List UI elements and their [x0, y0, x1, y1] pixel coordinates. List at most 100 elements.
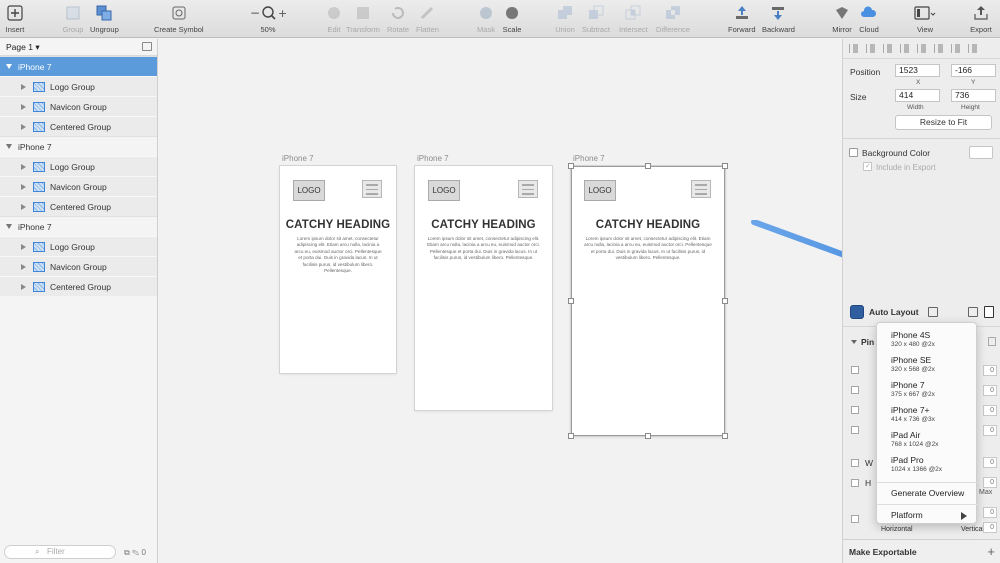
cloud-button[interactable]: Cloud: [858, 2, 880, 34]
pin-value-field[interactable]: 0: [983, 405, 997, 416]
layer-artboard[interactable]: iPhone 7: [0, 56, 157, 76]
align-top-icon[interactable]: [917, 44, 928, 53]
width-fix-checkbox[interactable]: [851, 459, 859, 467]
filter-input[interactable]: ⌕ Filter: [4, 545, 116, 559]
resize-handle[interactable]: [722, 163, 728, 169]
disclosure-triangle-icon[interactable]: [21, 183, 26, 190]
layer-group[interactable]: Navicon Group: [0, 96, 157, 116]
horizontal-checkbox[interactable]: [851, 515, 859, 523]
scale-button[interactable]: Scale: [501, 2, 523, 34]
resize-handle[interactable]: [645, 163, 651, 169]
artboard[interactable]: LOGO CATCHY HEADING Lorem ipsum dolor sit …: [415, 166, 552, 410]
distribute-horizontal-icon[interactable]: [900, 44, 911, 53]
include-in-export-checkbox[interactable]: ✓: [863, 162, 872, 171]
resize-handle[interactable]: [568, 433, 574, 439]
logo-placeholder[interactable]: LOGO: [428, 180, 460, 201]
align-bottom-icon[interactable]: [951, 44, 962, 53]
disclosure-triangle-icon[interactable]: [21, 243, 26, 250]
create-symbol-button[interactable]: Create Symbol: [154, 2, 204, 34]
pin-value-field[interactable]: 0: [983, 365, 997, 376]
align-middle-icon[interactable]: [934, 44, 945, 53]
mirror-button[interactable]: Mirror: [831, 2, 853, 34]
resize-handle[interactable]: [722, 433, 728, 439]
artboard-title[interactable]: iPhone 7: [417, 154, 449, 163]
export-button[interactable]: Export: [970, 2, 992, 34]
forward-button[interactable]: Forward: [728, 2, 756, 34]
pin-checkbox[interactable]: [851, 366, 859, 374]
layer-group[interactable]: Navicon Group: [0, 256, 157, 276]
pin-value-field[interactable]: 0: [983, 385, 997, 396]
disclosure-triangle-icon[interactable]: [6, 224, 12, 229]
disclosure-triangle-icon[interactable]: [21, 263, 26, 270]
edit-button[interactable]: Edit: [323, 2, 345, 34]
height-field[interactable]: 736: [951, 89, 996, 102]
device-preset-item[interactable]: iPhone SE 320 x 568 @2x: [891, 355, 935, 373]
device-preset-item[interactable]: iPhone 7+ 414 x 736 @3x: [891, 405, 935, 423]
layer-group[interactable]: Centered Group: [0, 276, 157, 296]
device-preset-item[interactable]: iPad Pro 1024 x 1366 @2x: [891, 455, 942, 473]
x-field[interactable]: 1523: [895, 64, 940, 77]
trash-icon[interactable]: [988, 337, 996, 346]
filter-options[interactable]: ⧉ ✎ 0: [124, 548, 146, 558]
auto-layout-icon[interactable]: [850, 305, 864, 319]
menu-icon[interactable]: [518, 180, 538, 198]
flatten-button[interactable]: Flatten: [416, 2, 439, 34]
disclosure-triangle-icon[interactable]: [21, 123, 26, 130]
artboard-title[interactable]: iPhone 7: [573, 154, 605, 163]
artboard-title[interactable]: iPhone 7: [282, 154, 314, 163]
intersect-button[interactable]: Intersect: [619, 2, 648, 34]
plus-icon[interactable]: +: [987, 544, 995, 559]
body-text[interactable]: Lorem ipsum dolor sit amet, consectetur …: [427, 236, 540, 262]
pin-value-field[interactable]: 0: [983, 477, 997, 488]
ungroup-button[interactable]: Ungroup: [90, 2, 119, 34]
resize-icon[interactable]: [968, 307, 978, 317]
height-fix-checkbox[interactable]: [851, 479, 859, 487]
union-button[interactable]: Union: [554, 2, 576, 34]
pin-checkbox[interactable]: [851, 406, 859, 414]
disclosure-triangle-icon[interactable]: [6, 144, 12, 149]
resize-to-fit-button[interactable]: Resize to Fit: [895, 115, 992, 130]
make-exportable-section[interactable]: Make Exportable +: [843, 539, 1000, 563]
group-button[interactable]: Group: [62, 2, 84, 34]
resize-handle[interactable]: [645, 433, 651, 439]
catchy-heading[interactable]: CATCHY HEADING: [280, 219, 396, 231]
align-right-icon[interactable]: [883, 44, 894, 53]
pin-checkbox[interactable]: [851, 426, 859, 434]
pin-value-field[interactable]: 0: [983, 522, 997, 533]
folder-icon[interactable]: [928, 307, 938, 317]
background-color-checkbox[interactable]: [849, 148, 858, 157]
disclosure-triangle-icon[interactable]: [21, 103, 26, 110]
platform-item[interactable]: Platform: [891, 510, 923, 520]
subtract-button[interactable]: Subtract: [582, 2, 610, 34]
layer-group[interactable]: Centered Group: [0, 116, 157, 136]
layer-group[interactable]: Logo Group: [0, 76, 157, 96]
pin-value-field[interactable]: 0: [983, 425, 997, 436]
add-page-icon[interactable]: [142, 42, 152, 51]
insert-button[interactable]: Insert: [4, 2, 26, 34]
disclosure-triangle-icon[interactable]: [21, 83, 26, 90]
artboard[interactable]: LOGO CATCHY HEADING Lorem ipsum dolor sit …: [280, 166, 396, 373]
disclosure-triangle-icon[interactable]: [21, 283, 26, 290]
background-color-swatch[interactable]: [969, 146, 993, 159]
backward-button[interactable]: Backward: [762, 2, 795, 34]
zoom-control[interactable]: − + 50%: [249, 2, 287, 34]
resize-handle[interactable]: [568, 298, 574, 304]
pin-value-field[interactable]: 0: [983, 507, 997, 518]
body-text[interactable]: Lorem ipsum dolor sit amet, consectetur …: [292, 236, 384, 274]
view-button[interactable]: View: [914, 2, 936, 34]
rotate-button[interactable]: Rotate: [387, 2, 409, 34]
page-selector[interactable]: Page 1 ▾: [0, 39, 157, 56]
disclosure-triangle-icon[interactable]: [6, 64, 12, 69]
layer-artboard[interactable]: iPhone 7: [0, 136, 157, 156]
resize-handle[interactable]: [568, 163, 574, 169]
catchy-heading[interactable]: CATCHY HEADING: [415, 219, 552, 231]
device-preset-item[interactable]: iPhone 7 375 x 667 @2x: [891, 380, 935, 398]
align-left-icon[interactable]: [849, 44, 860, 53]
mask-button[interactable]: Mask: [475, 2, 497, 34]
layer-group[interactable]: Navicon Group: [0, 176, 157, 196]
disclosure-triangle-icon[interactable]: [21, 203, 26, 210]
logo-placeholder[interactable]: LOGO: [293, 180, 325, 201]
device-preset-item[interactable]: iPhone 4S 320 x 480 @2x: [891, 330, 935, 348]
device-preset-item[interactable]: iPad Air 768 x 1024 @2x: [891, 430, 938, 448]
transform-button[interactable]: Transform: [346, 2, 380, 34]
